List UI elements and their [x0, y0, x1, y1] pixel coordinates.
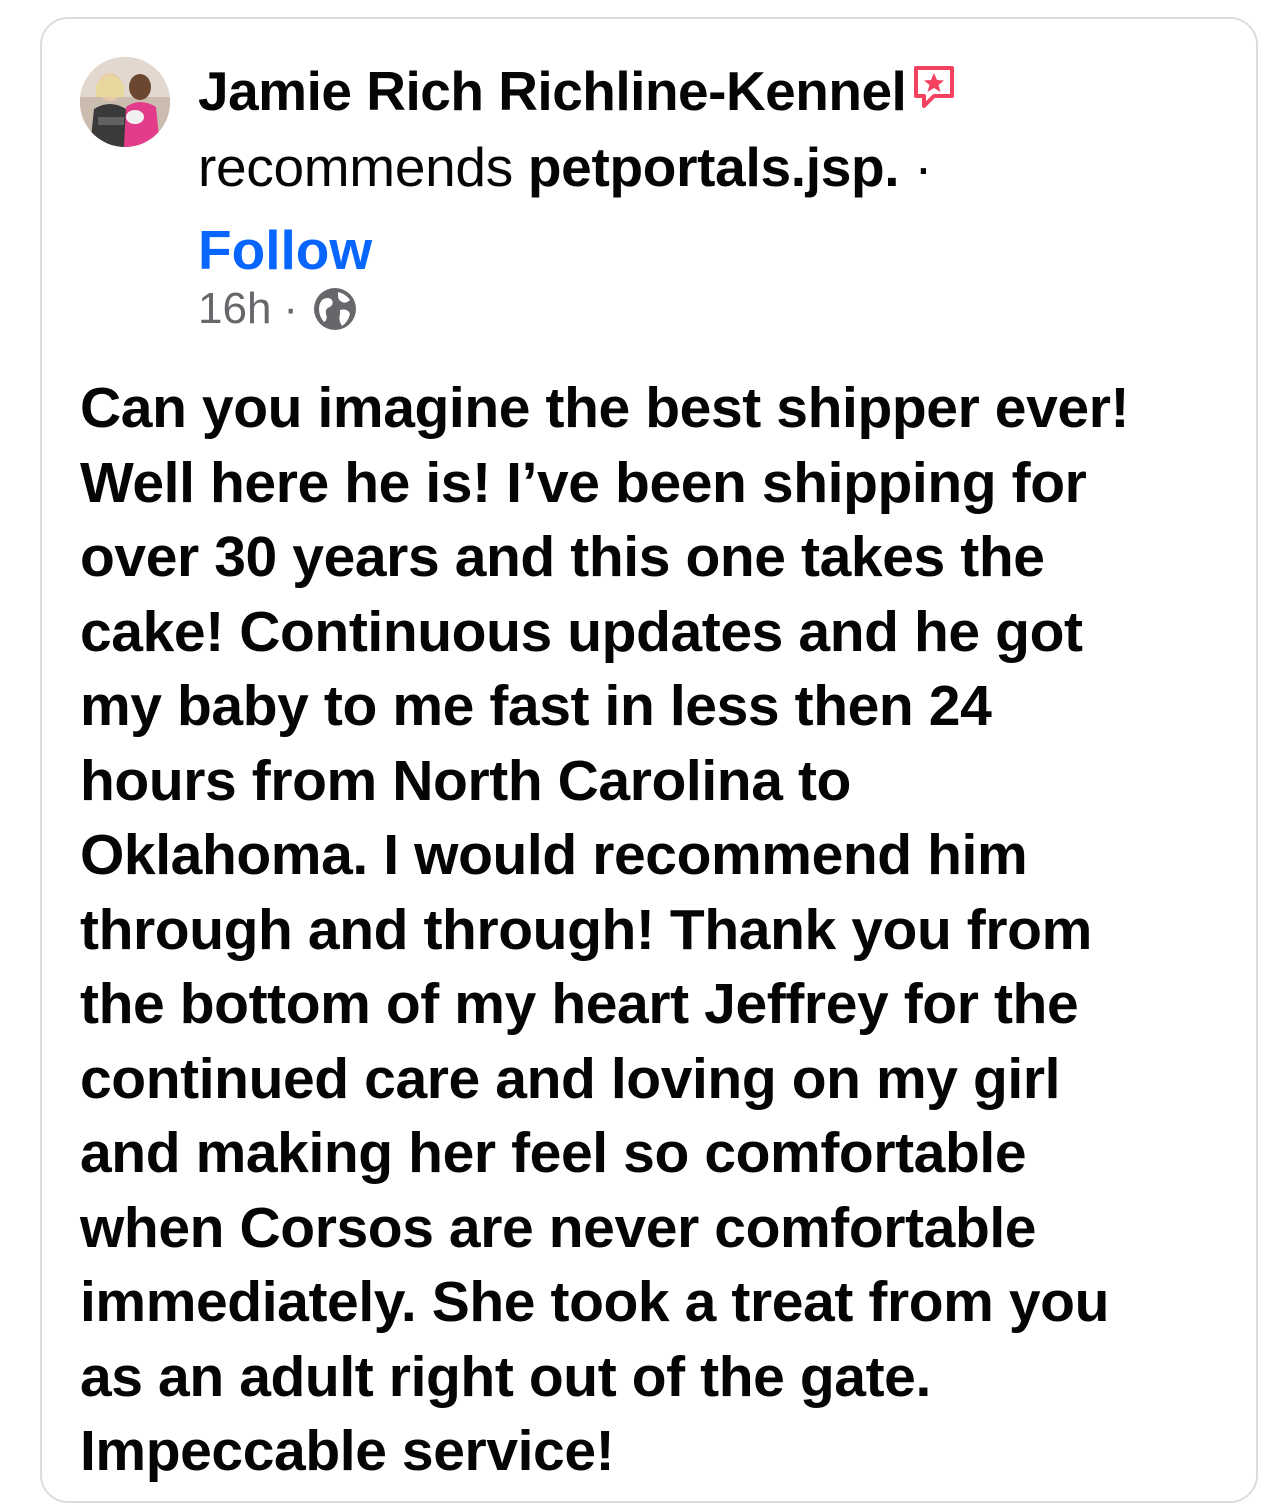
avatar-photo — [80, 57, 170, 147]
post-body-line: my baby to me fast in less then 24 — [80, 674, 992, 738]
globe-icon[interactable] — [310, 284, 360, 334]
post-body-line: and making her feel so comfortable — [80, 1121, 1027, 1185]
recommendation-star-icon — [912, 55, 956, 127]
meta-separator: · — [283, 284, 299, 334]
recommends-text: recommends — [198, 136, 513, 199]
recommends-line: recommends petportals.jsp. · — [198, 131, 1198, 203]
post-body-line: Impeccable service! — [80, 1419, 615, 1483]
post-body-line: Well here he is! I’ve been shipping for — [80, 450, 1087, 515]
post-body-line: continued care and loving on my girl — [80, 1046, 1061, 1111]
post-body-line: as an adult right out of the gate. — [80, 1344, 931, 1409]
post-body-line: Oklahoma. I would recommend him — [80, 823, 1028, 887]
post-body-line: over 30 years and this one takes the — [80, 525, 1045, 589]
page-name-link[interactable]: petportals.jsp. — [528, 136, 900, 198]
timestamp[interactable]: 16h — [198, 279, 271, 339]
post-meta: 16h · — [198, 279, 1198, 339]
post-body-line: the bottom of my heart Jeffrey for the — [80, 972, 1079, 1036]
post-body-line: cake! Continuous updates and he got — [80, 599, 1083, 664]
author-line: Jamie Rich Richline-Kennel — [198, 55, 1198, 131]
separator-dot: · — [914, 136, 933, 199]
avatar[interactable] — [80, 57, 170, 147]
post-body-line: immediately. She took a treat from you — [80, 1270, 1110, 1334]
post-body-line: Can you imagine the best shipper ever! — [80, 376, 1130, 440]
post-body-line: through and through! Thank you from — [80, 897, 1092, 962]
post-card: Jamie Rich Richline-Kennel recommends pe… — [40, 17, 1258, 1503]
post-body: Can you imagine the best shipper ever! We… — [80, 371, 1240, 1489]
post-body-line: when Corsos are never comfortable — [80, 1195, 1037, 1260]
follow-button[interactable]: Follow — [198, 215, 372, 285]
post-body-line: hours from North Carolina to — [80, 748, 851, 813]
post-header: Jamie Rich Richline-Kennel recommends pe… — [198, 55, 1198, 339]
author-name[interactable]: Jamie Rich Richline-Kennel — [198, 60, 907, 122]
